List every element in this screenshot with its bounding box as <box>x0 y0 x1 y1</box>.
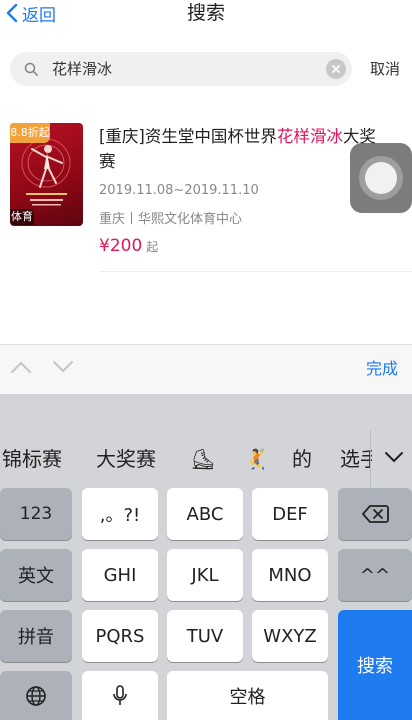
discount-badge: 8.8折起 <box>10 123 50 143</box>
search-input[interactable]: 花样滑冰 <box>52 52 112 86</box>
cancel-button[interactable]: 取消 <box>370 52 400 86</box>
event-title-highlight: 花样滑冰 <box>276 127 343 146</box>
key-jkl[interactable]: JKL <box>167 549 243 601</box>
key-mno[interactable]: MNO <box>252 549 328 601</box>
event-title-prefix: [重庆]资生堂中国杯世界 <box>99 127 277 146</box>
assistive-touch-button[interactable] <box>350 143 412 213</box>
chevron-up-icon[interactable] <box>10 360 32 374</box>
chevron-down-icon[interactable] <box>52 360 74 374</box>
key-emoticon[interactable]: ^^ <box>338 549 412 601</box>
price-suffix: 起 <box>146 240 159 254</box>
space-key[interactable]: 空格 <box>167 671 328 720</box>
event-price: ¥200 起 <box>99 236 158 256</box>
clear-button[interactable] <box>326 59 346 79</box>
candidate-divider <box>370 430 371 488</box>
microphone-icon <box>113 684 127 705</box>
key-wxyz[interactable]: WXYZ <box>252 610 328 662</box>
done-button[interactable]: 完成 <box>366 344 398 394</box>
search-key[interactable]: 搜索 <box>338 610 412 720</box>
candidate-item[interactable]: 选手 <box>340 430 372 488</box>
globe-icon <box>26 685 46 706</box>
key-punctuation[interactable]: ,。?! <box>82 488 158 540</box>
key-pinyin[interactable]: 拼音 <box>0 610 72 662</box>
key-abc[interactable]: ABC <box>167 488 243 540</box>
candidate-item[interactable]: 的 <box>292 430 312 488</box>
key-english[interactable]: 英文 <box>0 549 72 601</box>
key-def[interactable]: DEF <box>252 488 328 540</box>
price-value: ¥200 <box>99 236 143 256</box>
expand-candidates-icon[interactable] <box>384 451 404 463</box>
key-ghi[interactable]: GHI <box>82 549 158 601</box>
search-icon <box>24 62 38 76</box>
mic-key[interactable] <box>82 671 158 720</box>
event-title[interactable]: [重庆]资生堂中国杯世界花样滑冰大奖赛 <box>99 124 384 174</box>
candidate-item[interactable]: 大奖赛 <box>96 430 156 488</box>
candidate-item[interactable]: 锦标赛 <box>2 430 62 488</box>
backspace-icon <box>362 505 389 523</box>
close-icon <box>332 65 340 73</box>
candidate-bar: 锦标赛 大奖赛 ⛸ 🤾 的 选手 <box>0 430 412 488</box>
page-title: 搜索 <box>186 2 225 24</box>
globe-key[interactable] <box>0 671 72 720</box>
divider <box>99 271 412 272</box>
event-dates: 2019.11.08~2019.11.10 <box>99 183 259 198</box>
backspace-key[interactable] <box>338 488 412 540</box>
key-pqrs[interactable]: PQRS <box>82 610 158 662</box>
candidate-item[interactable]: ⛸ <box>190 430 215 488</box>
event-venue: 重庆丨华熙文化体育中心 <box>99 212 243 227</box>
key-tuv[interactable]: TUV <box>167 610 243 662</box>
category-tag: 体育 <box>10 209 34 225</box>
candidate-item[interactable]: 🤾 <box>244 430 269 488</box>
key-123[interactable]: 123 <box>0 488 72 540</box>
